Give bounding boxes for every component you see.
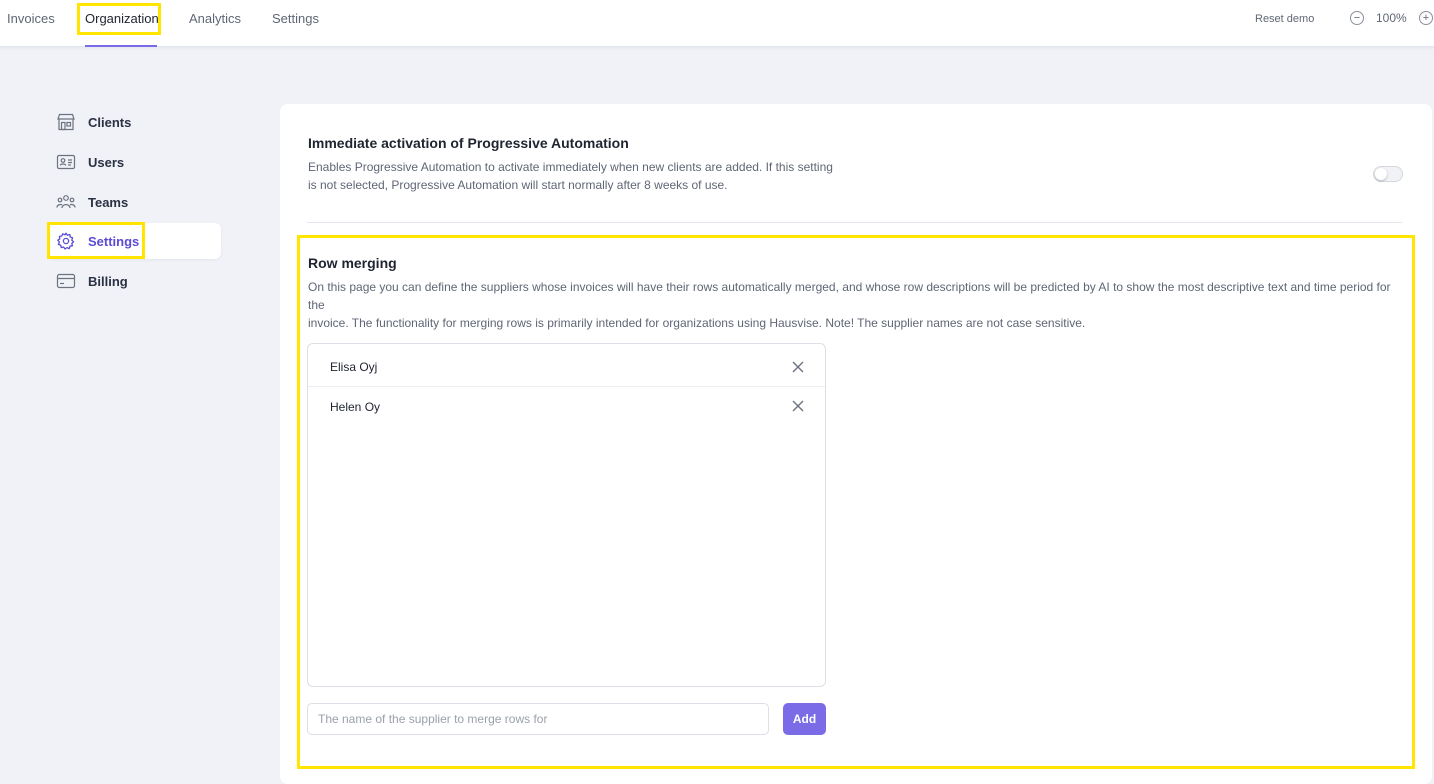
minus-circle-icon[interactable]: − bbox=[1350, 11, 1364, 25]
close-icon[interactable] bbox=[791, 360, 805, 374]
nav-tab-label: Settings bbox=[272, 11, 319, 26]
gear-icon bbox=[56, 231, 76, 251]
close-icon[interactable] bbox=[791, 399, 805, 413]
plus-circle-icon[interactable]: + bbox=[1419, 11, 1433, 25]
sidebar-item-label: Users bbox=[88, 154, 125, 170]
supplier-name: Helen Oy bbox=[330, 399, 381, 414]
sidebar-item-teams[interactable]: Teams bbox=[48, 184, 221, 220]
sidebar-item-label: Clients bbox=[88, 114, 132, 130]
list-item: Elisa Oyj bbox=[308, 348, 825, 387]
section-divider bbox=[307, 222, 1402, 223]
description-line: On this page you can define the supplier… bbox=[308, 280, 1391, 312]
nav-tab-analytics[interactable]: Analytics bbox=[189, 0, 241, 47]
row-merging-description: On this page you can define the supplier… bbox=[308, 278, 1408, 332]
toggle-knob bbox=[1375, 168, 1387, 180]
credit-card-icon bbox=[56, 271, 76, 291]
active-tab-indicator bbox=[85, 45, 157, 47]
zoom-level: 100% bbox=[1376, 11, 1407, 25]
supplier-name-input[interactable] bbox=[307, 703, 769, 735]
sidebar-item-label: Settings bbox=[88, 233, 140, 249]
sidebar-item-clients[interactable]: Clients bbox=[48, 104, 221, 140]
nav-tab-invoices[interactable]: Invoices bbox=[7, 0, 55, 47]
nav-tab-label: Organization bbox=[85, 11, 159, 26]
nav-tab-organization[interactable]: Organization bbox=[85, 0, 159, 47]
list-item: Helen Oy bbox=[308, 387, 825, 426]
row-merging-title: Row merging bbox=[308, 255, 397, 271]
reset-demo-link[interactable]: Reset demo bbox=[1255, 0, 1314, 38]
progressive-automation-title: Immediate activation of Progressive Auto… bbox=[308, 135, 629, 151]
sidebar-item-label: Billing bbox=[88, 273, 128, 289]
sidebar-item-billing[interactable]: Billing bbox=[48, 263, 221, 299]
nav-tab-settings[interactable]: Settings bbox=[272, 0, 319, 47]
sidebar-item-label: Teams bbox=[88, 194, 129, 210]
nav-tab-label: Invoices bbox=[7, 11, 55, 26]
description-line: is not selected, Progressive Automation … bbox=[308, 178, 728, 192]
nav-tab-label: Analytics bbox=[189, 11, 242, 26]
top-navigation-bar: Invoices Organization Analytics Settings… bbox=[0, 0, 1434, 47]
supplier-list: Elisa Oyj Helen Oy bbox=[307, 343, 826, 687]
description-line: Enables Progressive Automation to activa… bbox=[308, 160, 833, 174]
people-group-icon bbox=[56, 192, 76, 212]
sidebar-item-settings[interactable]: Settings bbox=[48, 223, 221, 259]
sidebar-item-users[interactable]: Users bbox=[48, 144, 221, 180]
supplier-name: Elisa Oyj bbox=[330, 360, 378, 374]
progressive-automation-description: Enables Progressive Automation to activa… bbox=[308, 158, 848, 194]
id-card-icon bbox=[56, 152, 76, 172]
description-line: invoice. The functionality for merging r… bbox=[308, 316, 1086, 330]
storefront-icon bbox=[56, 112, 76, 132]
progressive-automation-toggle[interactable] bbox=[1373, 166, 1403, 182]
add-supplier-button[interactable]: Add bbox=[783, 703, 826, 735]
